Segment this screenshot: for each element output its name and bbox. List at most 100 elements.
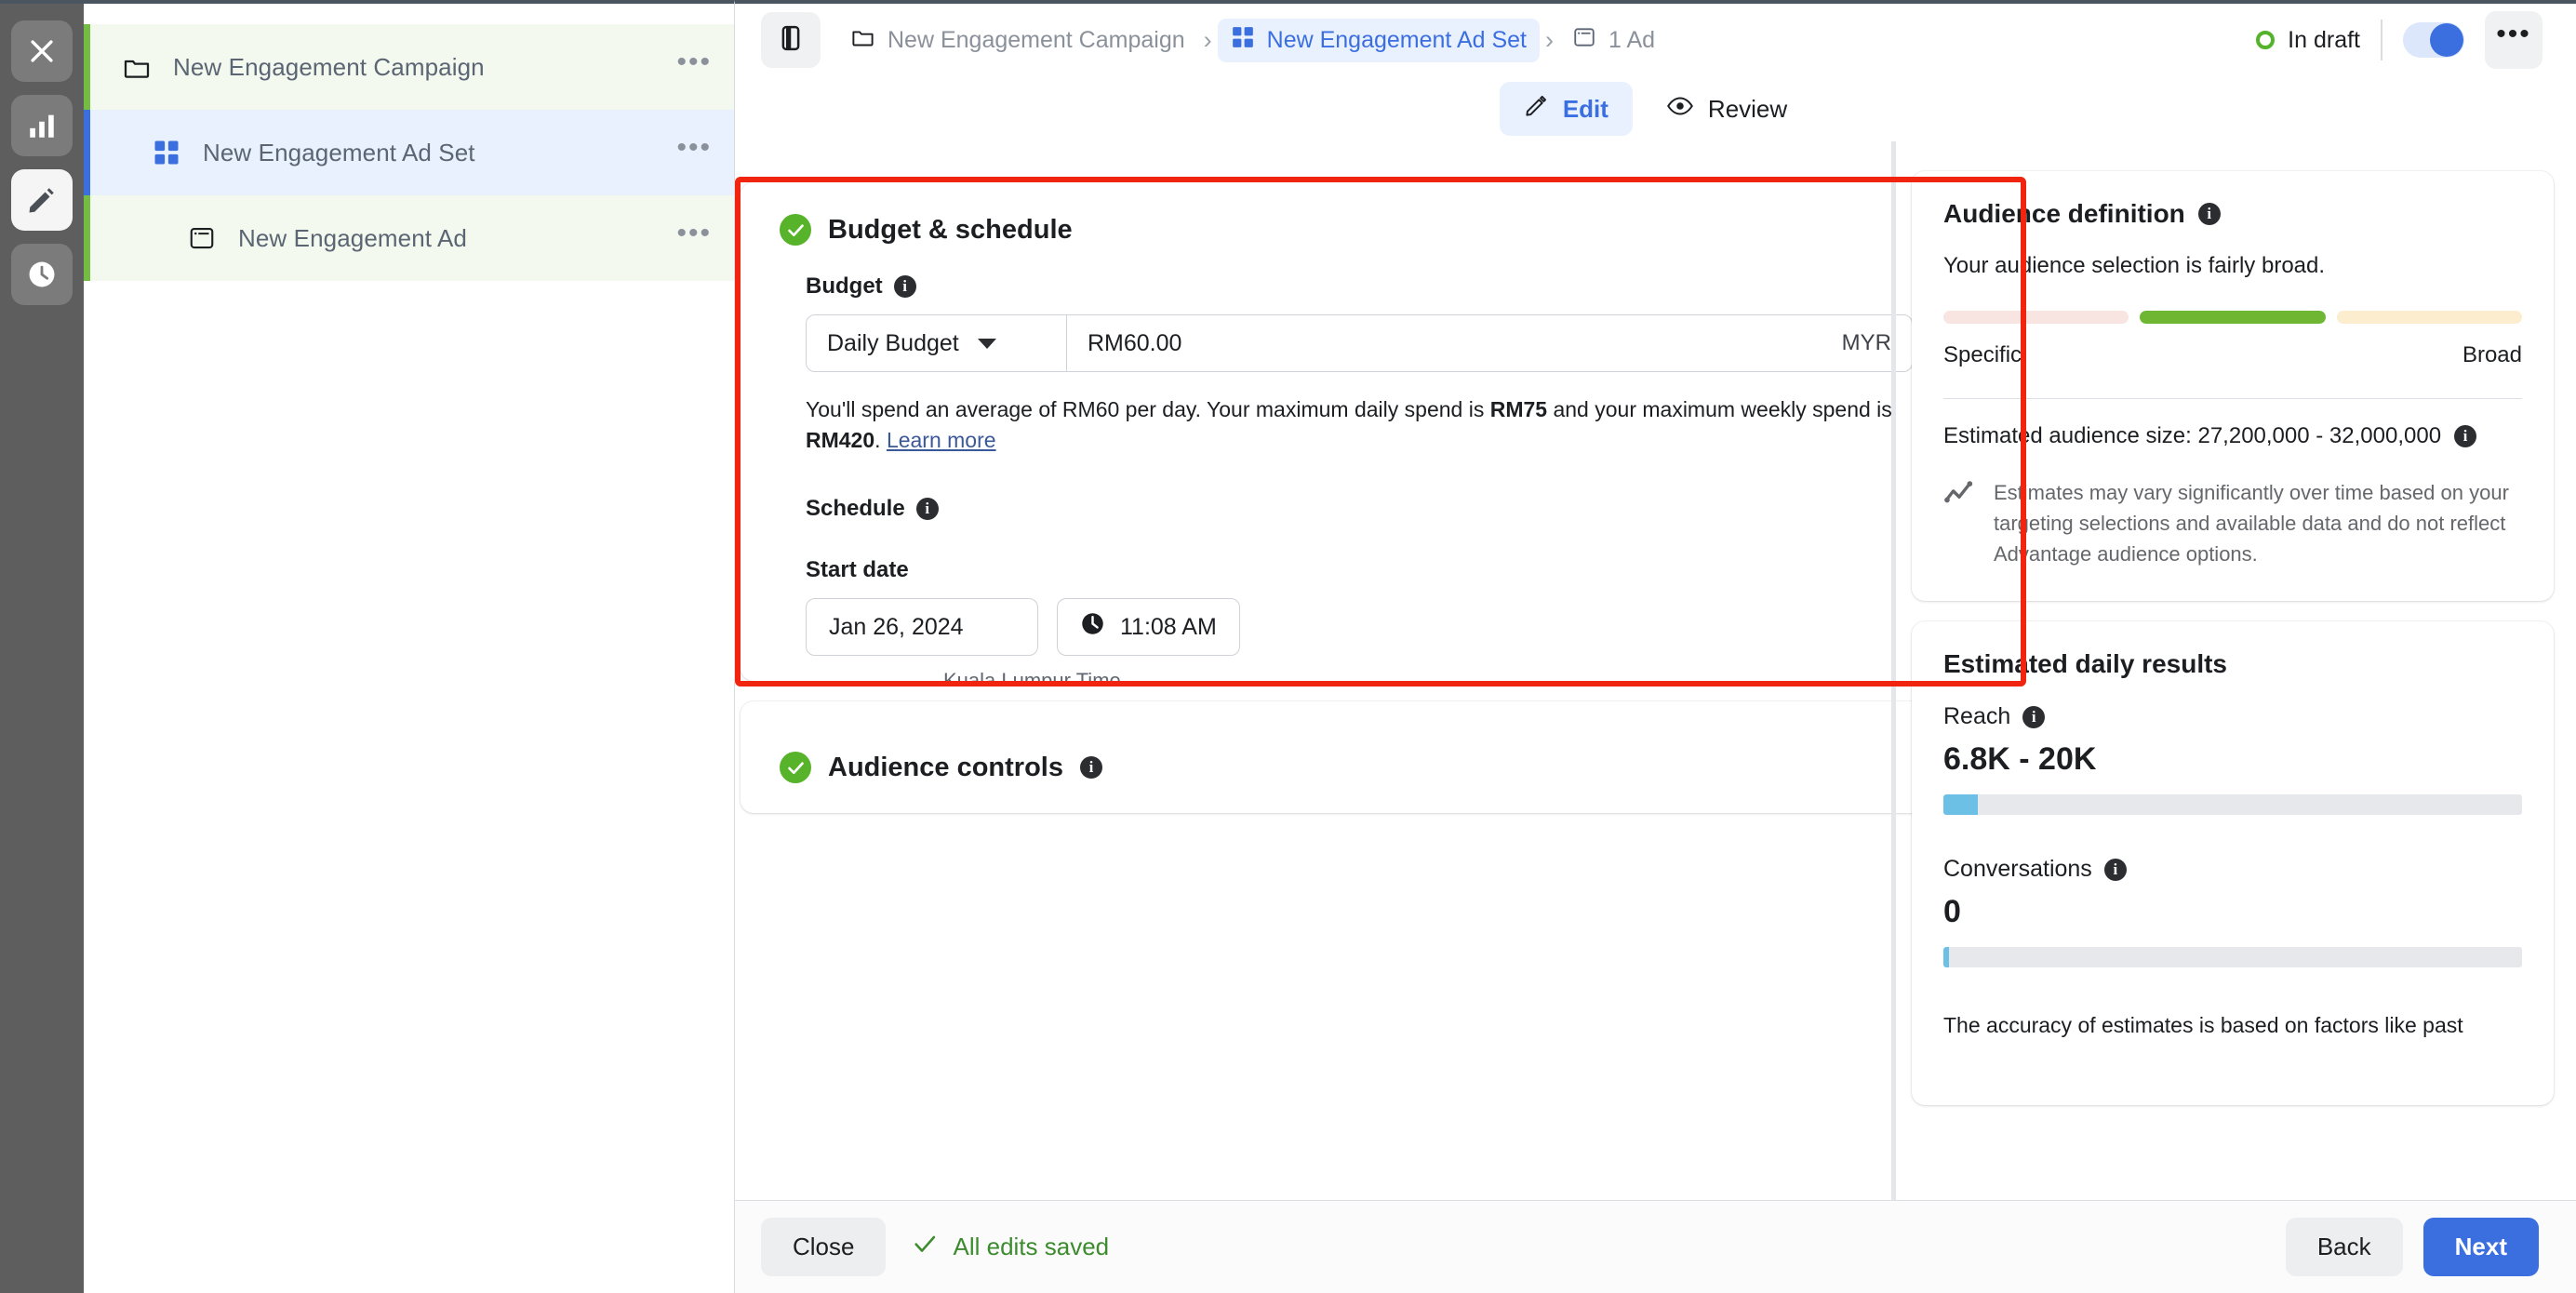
budget-schedule-card: Budget & schedule Budget i Daily Budget … — [741, 182, 2021, 681]
info-icon[interactable]: i — [2197, 203, 2221, 225]
saved-label: All edits saved — [953, 1233, 1110, 1260]
metric-reach: Reach i 6.8K - 20K — [1943, 703, 2522, 815]
budget-amount-input[interactable]: RM60.00 MYR — [1067, 315, 1912, 371]
metric-bar-track — [1943, 794, 2522, 815]
estimated-results-title: Estimated daily results — [1943, 649, 2522, 679]
clock-icon — [26, 259, 58, 290]
helper-max-weekly: RM420 — [806, 427, 875, 452]
start-date-input[interactable]: Jan 26, 2024 — [806, 598, 1038, 657]
editor-content: Budget & schedule Budget i Daily Budget … — [735, 141, 2576, 1293]
folder-icon — [850, 24, 875, 56]
left-icon-rail — [0, 0, 84, 1293]
chevron-down-icon — [977, 338, 996, 349]
gauge-scale-labels: Specific Broad — [1943, 342, 2522, 368]
status-label: In draft — [2288, 26, 2360, 53]
panel-toggle-button[interactable] — [761, 12, 821, 68]
start-datetime-row: Jan 26, 2024 11:08 AM — [806, 598, 1982, 657]
check-icon — [912, 1231, 938, 1263]
estimated-audience-size-label: Estimated audience size: 27,200,000 - 32… — [1943, 423, 2442, 448]
tree-item-adset[interactable]: New Engagement Ad Set ••• — [84, 110, 734, 195]
breadcrumb-label: 1 Ad — [1608, 26, 1656, 53]
more-options-button[interactable]: ••• — [2485, 11, 2543, 69]
helper-mid: and your maximum weekly spend is — [1547, 397, 1892, 421]
breadcrumb-bar: New Engagement Campaign › New Engagement… — [735, 4, 2576, 76]
estimated-audience-size: Estimated audience size: 27,200,000 - 32… — [1943, 423, 2522, 449]
sidebar-toggle-icon — [777, 24, 805, 57]
window-icon — [1572, 25, 1596, 56]
helper-pre: You'll spend an average of RM60 per day.… — [806, 397, 1490, 421]
tree-item-menu-button[interactable]: ••• — [676, 220, 712, 247]
close-icon-button[interactable] — [11, 20, 73, 82]
info-icon[interactable]: i — [2454, 425, 2477, 447]
tree-item-campaign[interactable]: New Engagement Campaign ••• — [84, 24, 734, 110]
check-circle-icon — [780, 214, 811, 246]
main-editor: New Engagement Campaign › New Engagement… — [735, 0, 2576, 1293]
grid-icon — [151, 139, 182, 167]
estimated-daily-results-card: Estimated daily results Reach i 6.8K - 2… — [1912, 621, 2554, 1105]
breadcrumb-adset[interactable]: New Engagement Ad Set — [1217, 18, 1540, 62]
tree-item-menu-button[interactable]: ••• — [676, 48, 712, 76]
gauge-segment-broad — [2336, 311, 2522, 324]
tree-accent-bar — [84, 195, 90, 281]
campaign-tree-panel: New Engagement Campaign ••• New Engageme… — [84, 0, 735, 1293]
budget-section-title: Budget & schedule — [780, 214, 1982, 246]
pencil-icon — [26, 184, 58, 216]
tab-review[interactable]: Review — [1642, 81, 1811, 138]
info-icon[interactable]: i — [893, 275, 916, 298]
section-title-label: Audience controls — [828, 752, 1063, 782]
saved-status: All edits saved — [912, 1231, 1109, 1263]
editor-footer: Close All edits saved Back Next — [735, 1200, 2576, 1293]
metric-value: 0 — [1943, 894, 1961, 929]
budget-label-text: Budget — [806, 273, 883, 299]
budget-type-select[interactable]: Daily Budget — [807, 315, 1067, 371]
back-button[interactable]: Back — [2285, 1218, 2403, 1276]
status-ring-icon — [2256, 31, 2276, 49]
currency-label: MYR — [1841, 330, 1891, 355]
breadcrumb-separator: › — [1203, 25, 1212, 54]
ads-manager-window: New Engagement Campaign ••• New Engageme… — [0, 0, 2576, 1293]
estimates-column: Audience definition i Your audience sele… — [1891, 141, 2554, 1293]
audience-definition-description: Your audience selection is fairly broad. — [1943, 253, 2326, 278]
next-button[interactable]: Next — [2423, 1218, 2539, 1276]
tree-accent-bar — [84, 110, 90, 195]
timezone-label: Kuala Lumpur Time — [943, 669, 1121, 681]
learn-more-link[interactable]: Learn more — [887, 428, 996, 452]
tree-item-ad[interactable]: New Engagement Ad ••• — [84, 195, 734, 281]
close-button[interactable]: Close — [761, 1218, 887, 1276]
helper-max-daily: RM75 — [1489, 397, 1548, 421]
info-icon[interactable]: i — [2103, 858, 2127, 881]
close-icon — [26, 35, 58, 67]
tree-accent-bar — [84, 24, 90, 110]
info-icon[interactable]: i — [2022, 705, 2046, 728]
activation-toggle[interactable] — [2403, 22, 2464, 58]
info-icon[interactable]: i — [1080, 756, 1102, 779]
editor-tabs: Edit Review — [735, 76, 2576, 141]
gauge-label-specific: Specific — [1943, 342, 2022, 367]
metric-label-row: Conversations i — [1943, 856, 2522, 883]
budget-field-label: Budget i — [806, 273, 1982, 300]
start-date-value: Jan 26, 2024 — [829, 613, 964, 640]
pencil-icon-button[interactable] — [11, 169, 73, 231]
estimates-note-text: Estimates may vary significantly over ti… — [1994, 481, 2509, 566]
grid-icon — [1231, 25, 1255, 56]
clock-icon-button[interactable] — [11, 244, 73, 305]
audience-definition-title: Audience definition i — [1943, 199, 2522, 229]
breadcrumb-ad[interactable]: 1 Ad — [1559, 19, 1668, 62]
breadcrumb-label: New Engagement Campaign — [888, 26, 1185, 53]
chart-icon-button[interactable] — [11, 95, 73, 156]
info-icon[interactable]: i — [915, 498, 939, 521]
budget-type-value: Daily Budget — [827, 329, 959, 356]
metric-bar-track — [1943, 947, 2522, 967]
metric-bar-fill — [1943, 947, 1950, 967]
estimates-note: Estimates may vary significantly over ti… — [1943, 477, 2522, 569]
start-time-input[interactable]: 11:08 AM — [1057, 598, 1240, 657]
toggle-knob — [2430, 23, 2463, 57]
gauge-segment-specific — [1943, 311, 2129, 324]
check-circle-icon — [780, 752, 811, 783]
tab-label: Edit — [1562, 94, 1608, 123]
breadcrumb-campaign[interactable]: New Engagement Campaign — [837, 18, 1198, 62]
tree-item-label: New Engagement Ad Set — [203, 138, 475, 167]
tab-edit[interactable]: Edit — [1499, 82, 1633, 136]
tree-item-label: New Engagement Ad — [238, 223, 467, 252]
tree-item-menu-button[interactable]: ••• — [676, 134, 712, 162]
